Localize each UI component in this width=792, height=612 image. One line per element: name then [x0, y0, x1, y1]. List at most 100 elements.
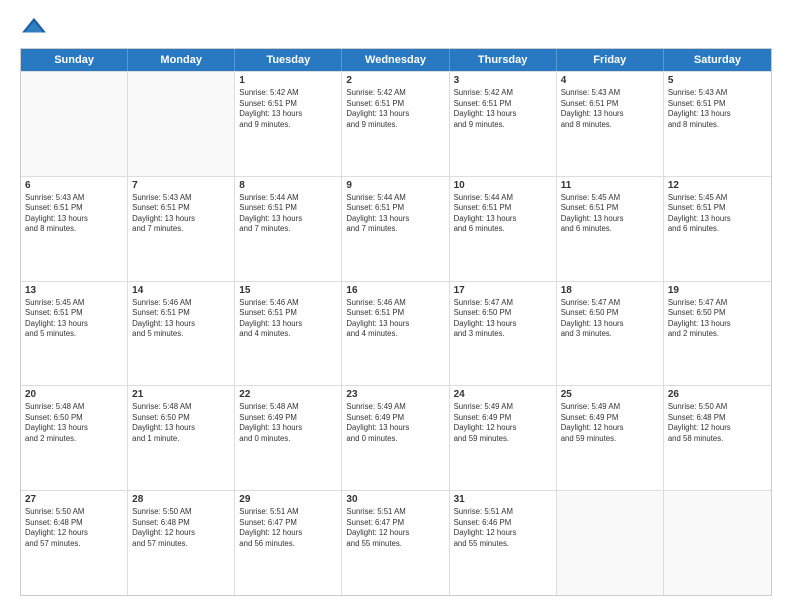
calendar-cell: 14 Sunrise: 5:46 AM Sunset: 6:51 PM Dayli…	[128, 282, 235, 386]
day-number: 14	[132, 285, 230, 296]
day-number: 18	[561, 285, 659, 296]
calendar-cell: 12Sunrise: 5:45 AM Sunset: 6:51 PM Dayli…	[664, 177, 771, 281]
day-info: Sunrise: 5:49 AM Sunset: 6:49 PM Dayligh…	[346, 402, 444, 444]
calendar-cell: 23 Sunrise: 5:49 AM Sunset: 6:49 PM Dayli…	[342, 386, 449, 490]
day-number: 1	[239, 75, 337, 86]
day-number: 4	[561, 75, 659, 86]
calendar-cell: 29Sunrise: 5:51 AM Sunset: 6:47 PM Dayli…	[235, 491, 342, 595]
calendar-cell: 30Sunrise: 5:51 AM Sunset: 6:47 PM Dayli…	[342, 491, 449, 595]
day-info: Sunrise: 5:42 AM Sunset: 6:51 PM Dayligh…	[454, 88, 552, 130]
logo-icon	[20, 16, 48, 38]
day-info: Sunrise: 5:50 AM Sunset: 6:48 PM Dayligh…	[25, 507, 123, 549]
calendar-cell: 4 Sunrise: 5:43 AM Sunset: 6:51 PM Daylig…	[557, 72, 664, 176]
day-info: Sunrise: 5:45 AM Sunset: 6:51 PM Dayligh…	[561, 193, 659, 235]
calendar-cell: 11 Sunrise: 5:45 AM Sunset: 6:51 PM Dayli…	[557, 177, 664, 281]
calendar-cell: 20 Sunrise: 5:48 AM Sunset: 6:50 PM Dayli…	[21, 386, 128, 490]
day-info: Sunrise: 5:43 AM Sunset: 6:51 PM Dayligh…	[132, 193, 230, 235]
calendar-cell	[128, 72, 235, 176]
day-number: 23	[346, 389, 444, 400]
day-info: Sunrise: 5:43 AM Sunset: 6:51 PM Dayligh…	[25, 193, 123, 235]
day-number: 15	[239, 285, 337, 296]
day-info: Sunrise: 5:49 AM Sunset: 6:49 PM Dayligh…	[454, 402, 552, 444]
day-number: 7	[132, 180, 230, 191]
calendar-cell: 31Sunrise: 5:51 AM Sunset: 6:46 PM Dayli…	[450, 491, 557, 595]
weekday-header-tuesday: Tuesday	[235, 49, 342, 71]
day-number: 16	[346, 285, 444, 296]
calendar-cell: 13 Sunrise: 5:45 AM Sunset: 6:51 PM Dayli…	[21, 282, 128, 386]
day-number: 10	[454, 180, 552, 191]
day-info: Sunrise: 5:43 AM Sunset: 6:51 PM Dayligh…	[668, 88, 767, 130]
calendar-cell: 24 Sunrise: 5:49 AM Sunset: 6:49 PM Dayli…	[450, 386, 557, 490]
weekday-header-friday: Friday	[557, 49, 664, 71]
day-number: 19	[668, 285, 767, 296]
calendar-cell: 22 Sunrise: 5:48 AM Sunset: 6:49 PM Dayli…	[235, 386, 342, 490]
calendar-cell: 2Sunrise: 5:42 AM Sunset: 6:51 PM Daylig…	[342, 72, 449, 176]
calendar-cell: 10 Sunrise: 5:44 AM Sunset: 6:51 PM Dayli…	[450, 177, 557, 281]
calendar-cell: 28 Sunrise: 5:50 AM Sunset: 6:48 PM Dayli…	[128, 491, 235, 595]
day-info: Sunrise: 5:48 AM Sunset: 6:50 PM Dayligh…	[132, 402, 230, 444]
day-number: 24	[454, 389, 552, 400]
day-number: 27	[25, 494, 123, 505]
day-info: Sunrise: 5:45 AM Sunset: 6:51 PM Dayligh…	[25, 298, 123, 340]
header	[20, 16, 772, 38]
weekday-header-thursday: Thursday	[450, 49, 557, 71]
day-info: Sunrise: 5:46 AM Sunset: 6:51 PM Dayligh…	[346, 298, 444, 340]
calendar-cell: 9 Sunrise: 5:44 AM Sunset: 6:51 PM Daylig…	[342, 177, 449, 281]
day-info: Sunrise: 5:46 AM Sunset: 6:51 PM Dayligh…	[132, 298, 230, 340]
day-number: 20	[25, 389, 123, 400]
calendar-cell: 3 Sunrise: 5:42 AM Sunset: 6:51 PM Daylig…	[450, 72, 557, 176]
day-number: 13	[25, 285, 123, 296]
calendar-cell: 25 Sunrise: 5:49 AM Sunset: 6:49 PM Dayli…	[557, 386, 664, 490]
day-info: Sunrise: 5:51 AM Sunset: 6:47 PM Dayligh…	[346, 507, 444, 549]
day-number: 6	[25, 180, 123, 191]
day-number: 28	[132, 494, 230, 505]
day-number: 11	[561, 180, 659, 191]
calendar-row-1: 1 Sunrise: 5:42 AM Sunset: 6:51 PM Daylig…	[21, 71, 771, 176]
calendar-header: SundayMondayTuesdayWednesdayThursdayFrid…	[21, 49, 771, 71]
day-info: Sunrise: 5:50 AM Sunset: 6:48 PM Dayligh…	[668, 402, 767, 444]
day-info: Sunrise: 5:47 AM Sunset: 6:50 PM Dayligh…	[454, 298, 552, 340]
calendar-cell: 16 Sunrise: 5:46 AM Sunset: 6:51 PM Dayli…	[342, 282, 449, 386]
logo	[20, 16, 52, 38]
day-number: 5	[668, 75, 767, 86]
day-number: 12	[668, 180, 767, 191]
calendar-cell: 1Sunrise: 5:42 AM Sunset: 6:51 PM Daylig…	[235, 72, 342, 176]
day-number: 3	[454, 75, 552, 86]
day-info: Sunrise: 5:51 AM Sunset: 6:47 PM Dayligh…	[239, 507, 337, 549]
day-info: Sunrise: 5:46 AM Sunset: 6:51 PM Dayligh…	[239, 298, 337, 340]
day-number: 31	[454, 494, 552, 505]
day-info: Sunrise: 5:47 AM Sunset: 6:50 PM Dayligh…	[561, 298, 659, 340]
day-info: Sunrise: 5:48 AM Sunset: 6:50 PM Dayligh…	[25, 402, 123, 444]
day-number: 21	[132, 389, 230, 400]
weekday-header-sunday: Sunday	[21, 49, 128, 71]
day-info: Sunrise: 5:48 AM Sunset: 6:49 PM Dayligh…	[239, 402, 337, 444]
calendar-cell: 17 Sunrise: 5:47 AM Sunset: 6:50 PM Dayli…	[450, 282, 557, 386]
calendar-cell: 26 Sunrise: 5:50 AM Sunset: 6:48 PM Dayli…	[664, 386, 771, 490]
day-number: 22	[239, 389, 337, 400]
calendar-cell: 21 Sunrise: 5:48 AM Sunset: 6:50 PM Dayli…	[128, 386, 235, 490]
day-info: Sunrise: 5:43 AM Sunset: 6:51 PM Dayligh…	[561, 88, 659, 130]
page: SundayMondayTuesdayWednesdayThursdayFrid…	[0, 0, 792, 612]
calendar-row-4: 20 Sunrise: 5:48 AM Sunset: 6:50 PM Dayli…	[21, 385, 771, 490]
day-number: 9	[346, 180, 444, 191]
day-number: 26	[668, 389, 767, 400]
calendar-row-5: 27 Sunrise: 5:50 AM Sunset: 6:48 PM Dayli…	[21, 490, 771, 595]
day-info: Sunrise: 5:50 AM Sunset: 6:48 PM Dayligh…	[132, 507, 230, 549]
weekday-header-wednesday: Wednesday	[342, 49, 449, 71]
day-info: Sunrise: 5:44 AM Sunset: 6:51 PM Dayligh…	[346, 193, 444, 235]
day-info: Sunrise: 5:44 AM Sunset: 6:51 PM Dayligh…	[239, 193, 337, 235]
calendar-body: 1 Sunrise: 5:42 AM Sunset: 6:51 PM Daylig…	[21, 71, 771, 595]
day-info: Sunrise: 5:49 AM Sunset: 6:49 PM Dayligh…	[561, 402, 659, 444]
day-number: 17	[454, 285, 552, 296]
calendar: SundayMondayTuesdayWednesdayThursdayFrid…	[20, 48, 772, 596]
day-number: 8	[239, 180, 337, 191]
calendar-cell: 7 Sunrise: 5:43 AM Sunset: 6:51 PM Daylig…	[128, 177, 235, 281]
calendar-cell: 8 Sunrise: 5:44 AM Sunset: 6:51 PM Daylig…	[235, 177, 342, 281]
day-number: 25	[561, 389, 659, 400]
calendar-row-2: 6 Sunrise: 5:43 AM Sunset: 6:51 PM Daylig…	[21, 176, 771, 281]
calendar-cell	[664, 491, 771, 595]
weekday-header-monday: Monday	[128, 49, 235, 71]
day-info: Sunrise: 5:44 AM Sunset: 6:51 PM Dayligh…	[454, 193, 552, 235]
calendar-row-3: 13 Sunrise: 5:45 AM Sunset: 6:51 PM Dayli…	[21, 281, 771, 386]
day-info: Sunrise: 5:47 AM Sunset: 6:50 PM Dayligh…	[668, 298, 767, 340]
